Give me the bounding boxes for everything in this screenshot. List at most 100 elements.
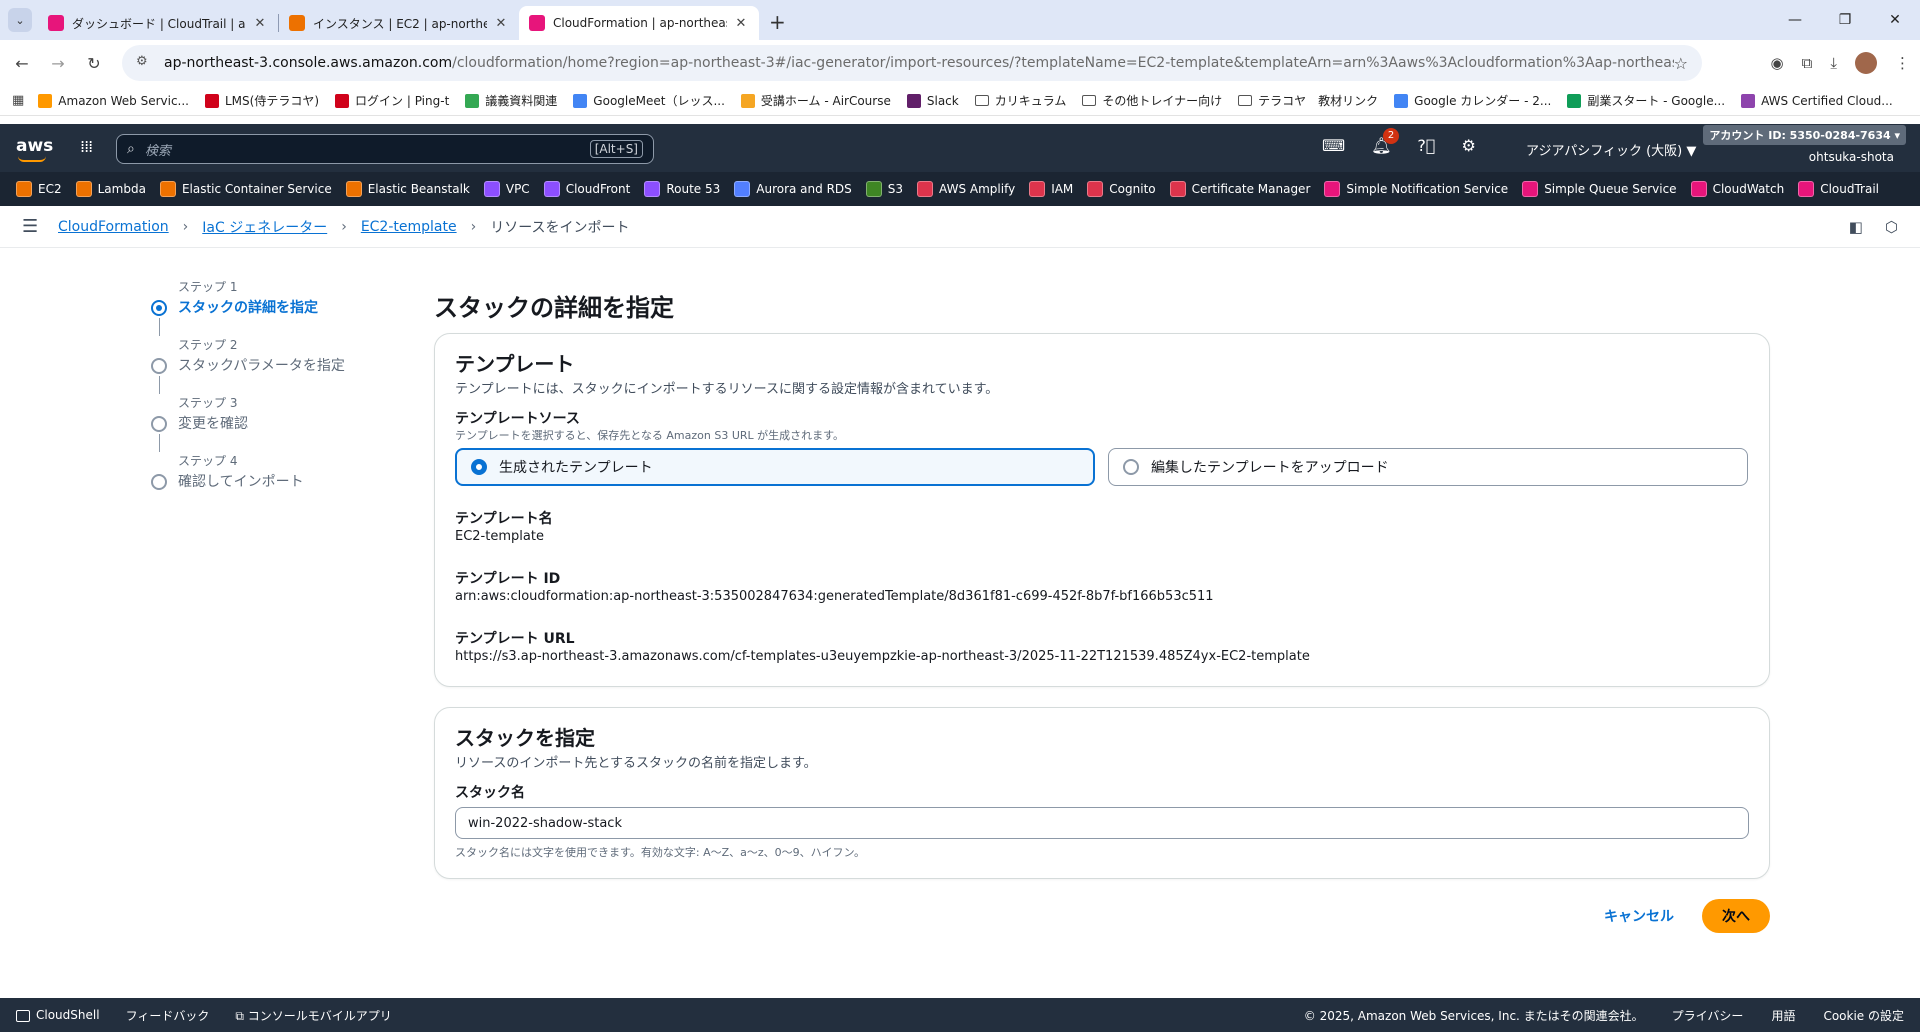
console-search-input[interactable]: ⌕ 検索 [Alt+S] — [116, 134, 654, 164]
breadcrumb-iac-generator[interactable]: IaC ジェネレーター — [202, 217, 327, 237]
favorite-service-link[interactable]: Simple Notification Service — [1324, 181, 1508, 197]
favorite-service-link[interactable]: Aurora and RDS — [734, 181, 852, 197]
bookmark-item[interactable]: その他トレイナー向け — [1082, 92, 1222, 109]
favorite-service-link[interactable]: CloudTrail — [1798, 181, 1879, 197]
service-icon — [1087, 181, 1104, 197]
favorite-service-link[interactable]: S3 — [865, 181, 903, 197]
mobile-app-link[interactable]: ⧉ コンソールモバイルアプリ — [235, 1007, 391, 1024]
side-nav-menu-icon[interactable]: ☰ — [22, 216, 48, 237]
close-tab-icon[interactable]: ✕ — [252, 16, 268, 31]
bookmark-item[interactable]: 受講ホーム - AirCourse — [740, 92, 891, 109]
bookmark-item[interactable]: カリキュラム — [974, 92, 1066, 109]
new-tab-icon[interactable]: + — [769, 10, 786, 34]
service-label: EC2 — [38, 182, 62, 196]
profile-avatar[interactable] — [1855, 52, 1877, 74]
console-footer: CloudShell フィードバック ⧉ コンソールモバイルアプリ © 2025… — [0, 998, 1920, 1032]
split-panel-icon[interactable]: ◧ — [1849, 218, 1863, 236]
generated-template-label: 生成されたテンプレート — [499, 460, 653, 476]
close-window-icon[interactable]: ✕ — [1870, 0, 1920, 40]
cancel-button[interactable]: キャンセル — [1604, 906, 1674, 926]
template-source-description: テンプレートを選択すると、保存先となる Amazon S3 URL が生成されま… — [455, 429, 845, 442]
favorite-service-link[interactable]: VPC — [483, 181, 530, 197]
aws-logo[interactable]: aws — [16, 136, 53, 156]
breadcrumb-template[interactable]: EC2-template — [361, 219, 457, 235]
browser-tab-active[interactable]: CloudFormation | ap-northeast- ✕ — [519, 6, 759, 40]
step-connector — [159, 318, 160, 336]
service-label: Simple Queue Service — [1544, 182, 1677, 196]
browser-tab[interactable]: インスタンス | EC2 | ap-northeast- ✕ — [279, 6, 519, 40]
cloudshell-icon[interactable]: ⌨ — [1322, 136, 1345, 155]
screenshot-icon[interactable]: ◉ — [1771, 54, 1784, 72]
bookmark-item[interactable]: 副業スタート - Google... — [1567, 92, 1725, 109]
favorite-service-link[interactable]: Certificate Manager — [1169, 181, 1310, 197]
favorite-service-link[interactable]: Lambda — [75, 181, 146, 197]
bookmark-item[interactable]: 議義資料関連 — [465, 92, 557, 109]
notifications-icon[interactable]: 🔔︎ 2 — [1371, 128, 1400, 155]
next-button[interactable]: 次へ — [1702, 899, 1770, 933]
extensions-icon[interactable]: ⧉ — [1802, 54, 1813, 72]
browser-menu-icon[interactable]: ⋮ — [1895, 54, 1910, 72]
back-icon[interactable]: ← — [8, 54, 36, 73]
favorite-service-link[interactable]: IAM — [1029, 181, 1073, 197]
browser-tab-bar: ⌄ ダッシュボード | CloudTrail | ap-nor ✕ インスタンス… — [0, 0, 1920, 40]
wizard-step-1[interactable]: ステップ 1 スタックの詳細を指定 — [150, 278, 410, 336]
radio-unselected-icon[interactable] — [1123, 459, 1139, 475]
help-icon[interactable]: ?⃝ — [1417, 136, 1435, 155]
browser-tab[interactable]: ダッシュボード | CloudTrail | ap-nor ✕ — [38, 6, 278, 40]
favorite-service-link[interactable]: Simple Queue Service — [1522, 181, 1677, 197]
upload-template-option[interactable]: 編集したテンプレートをアップロード — [1108, 448, 1748, 486]
reload-icon[interactable]: ↻ — [80, 54, 108, 73]
address-bar[interactable]: ⚙ ap-northeast-3.console.aws.amazon.com/… — [122, 45, 1702, 81]
bookmark-label: 副業スタート - Google... — [1587, 94, 1726, 108]
region-selector[interactable]: アジアパシフィック (大阪) ▼ — [1526, 140, 1696, 159]
bookmark-item[interactable]: LMS(侍テラコヤ) — [205, 92, 319, 109]
cookie-settings-link[interactable]: Cookie の設定 — [1823, 1007, 1904, 1024]
step-label: 確認してインポート — [178, 474, 304, 490]
mobile-app-label: コンソールモバイルアプリ — [247, 1008, 392, 1023]
site-info-icon[interactable]: ⚙ — [136, 54, 154, 72]
favorite-service-link[interactable]: CloudWatch — [1690, 181, 1784, 197]
terms-link[interactable]: 用語 — [1771, 1007, 1795, 1024]
account-menu[interactable]: アカウント ID: 5350-0284-7634 ▾ — [1703, 125, 1906, 145]
bookmark-star-icon[interactable]: ☆ — [1674, 54, 1688, 73]
close-tab-icon[interactable]: ✕ — [493, 16, 509, 31]
bookmark-item[interactable]: Google カレンダー - 2... — [1394, 92, 1551, 109]
bookmark-item[interactable]: テラコヤ 教材リンク — [1238, 92, 1378, 109]
tab-search-button[interactable]: ⌄ — [8, 8, 32, 32]
step-pending-icon — [151, 474, 167, 490]
radio-selected-icon[interactable] — [471, 459, 487, 475]
folder-icon — [1082, 95, 1097, 106]
favorite-service-link[interactable]: Elastic Container Service — [159, 181, 332, 197]
favorite-service-link[interactable]: AWS Amplify — [917, 181, 1015, 197]
bookmark-item[interactable]: ログイン | Ping-t — [335, 92, 449, 109]
close-tab-icon[interactable]: ✕ — [733, 16, 749, 31]
favorite-service-link[interactable]: Elastic Beanstalk — [345, 181, 470, 197]
wizard-step-3: ステップ 3 変更を確認 — [150, 394, 410, 452]
upload-template-label: 編集したテンプレートをアップロード — [1151, 460, 1389, 476]
services-menu-icon[interactable]: ⁞⁞⁞ — [80, 137, 93, 156]
download-icon[interactable]: ⤓ — [1830, 54, 1837, 72]
favorite-service-link[interactable]: Route 53 — [644, 181, 720, 197]
favorite-service-link[interactable]: Cognito — [1087, 181, 1156, 197]
template-name-label: テンプレート名 — [455, 511, 553, 527]
breadcrumb-cloudformation[interactable]: CloudFormation — [58, 219, 169, 235]
bookmark-item[interactable]: GoogleMeet（レッス... — [573, 92, 725, 109]
user-name[interactable]: ohtsuka-shota — [1809, 150, 1894, 164]
footer-cloudshell-link[interactable]: CloudShell — [16, 1008, 100, 1022]
feedback-link[interactable]: フィードバック — [126, 1007, 210, 1024]
restore-icon[interactable]: ❐ — [1820, 0, 1870, 40]
bookmark-favicon-icon — [38, 93, 53, 108]
bookmark-item[interactable]: Amazon Web Servic... — [38, 93, 189, 108]
bookmark-item[interactable]: Slack — [906, 93, 959, 108]
stack-name-input[interactable]: win-2022-shadow-stack — [455, 807, 1749, 839]
favorite-service-link[interactable]: EC2 — [16, 181, 62, 197]
generated-template-option[interactable]: 生成されたテンプレート — [455, 448, 1095, 486]
info-panel-icon[interactable]: ⬡ — [1885, 218, 1898, 236]
minimize-icon[interactable]: — — [1770, 0, 1820, 40]
favorite-service-link[interactable]: CloudFront — [543, 181, 630, 197]
settings-gear-icon[interactable]: ⚙ — [1462, 136, 1476, 155]
apps-grid-icon[interactable]: ▦ — [12, 93, 24, 108]
forward-icon[interactable]: → — [44, 54, 72, 73]
privacy-link[interactable]: プライバシー — [1672, 1007, 1744, 1024]
bookmark-item[interactable]: AWS Certified Cloud... — [1741, 93, 1893, 108]
